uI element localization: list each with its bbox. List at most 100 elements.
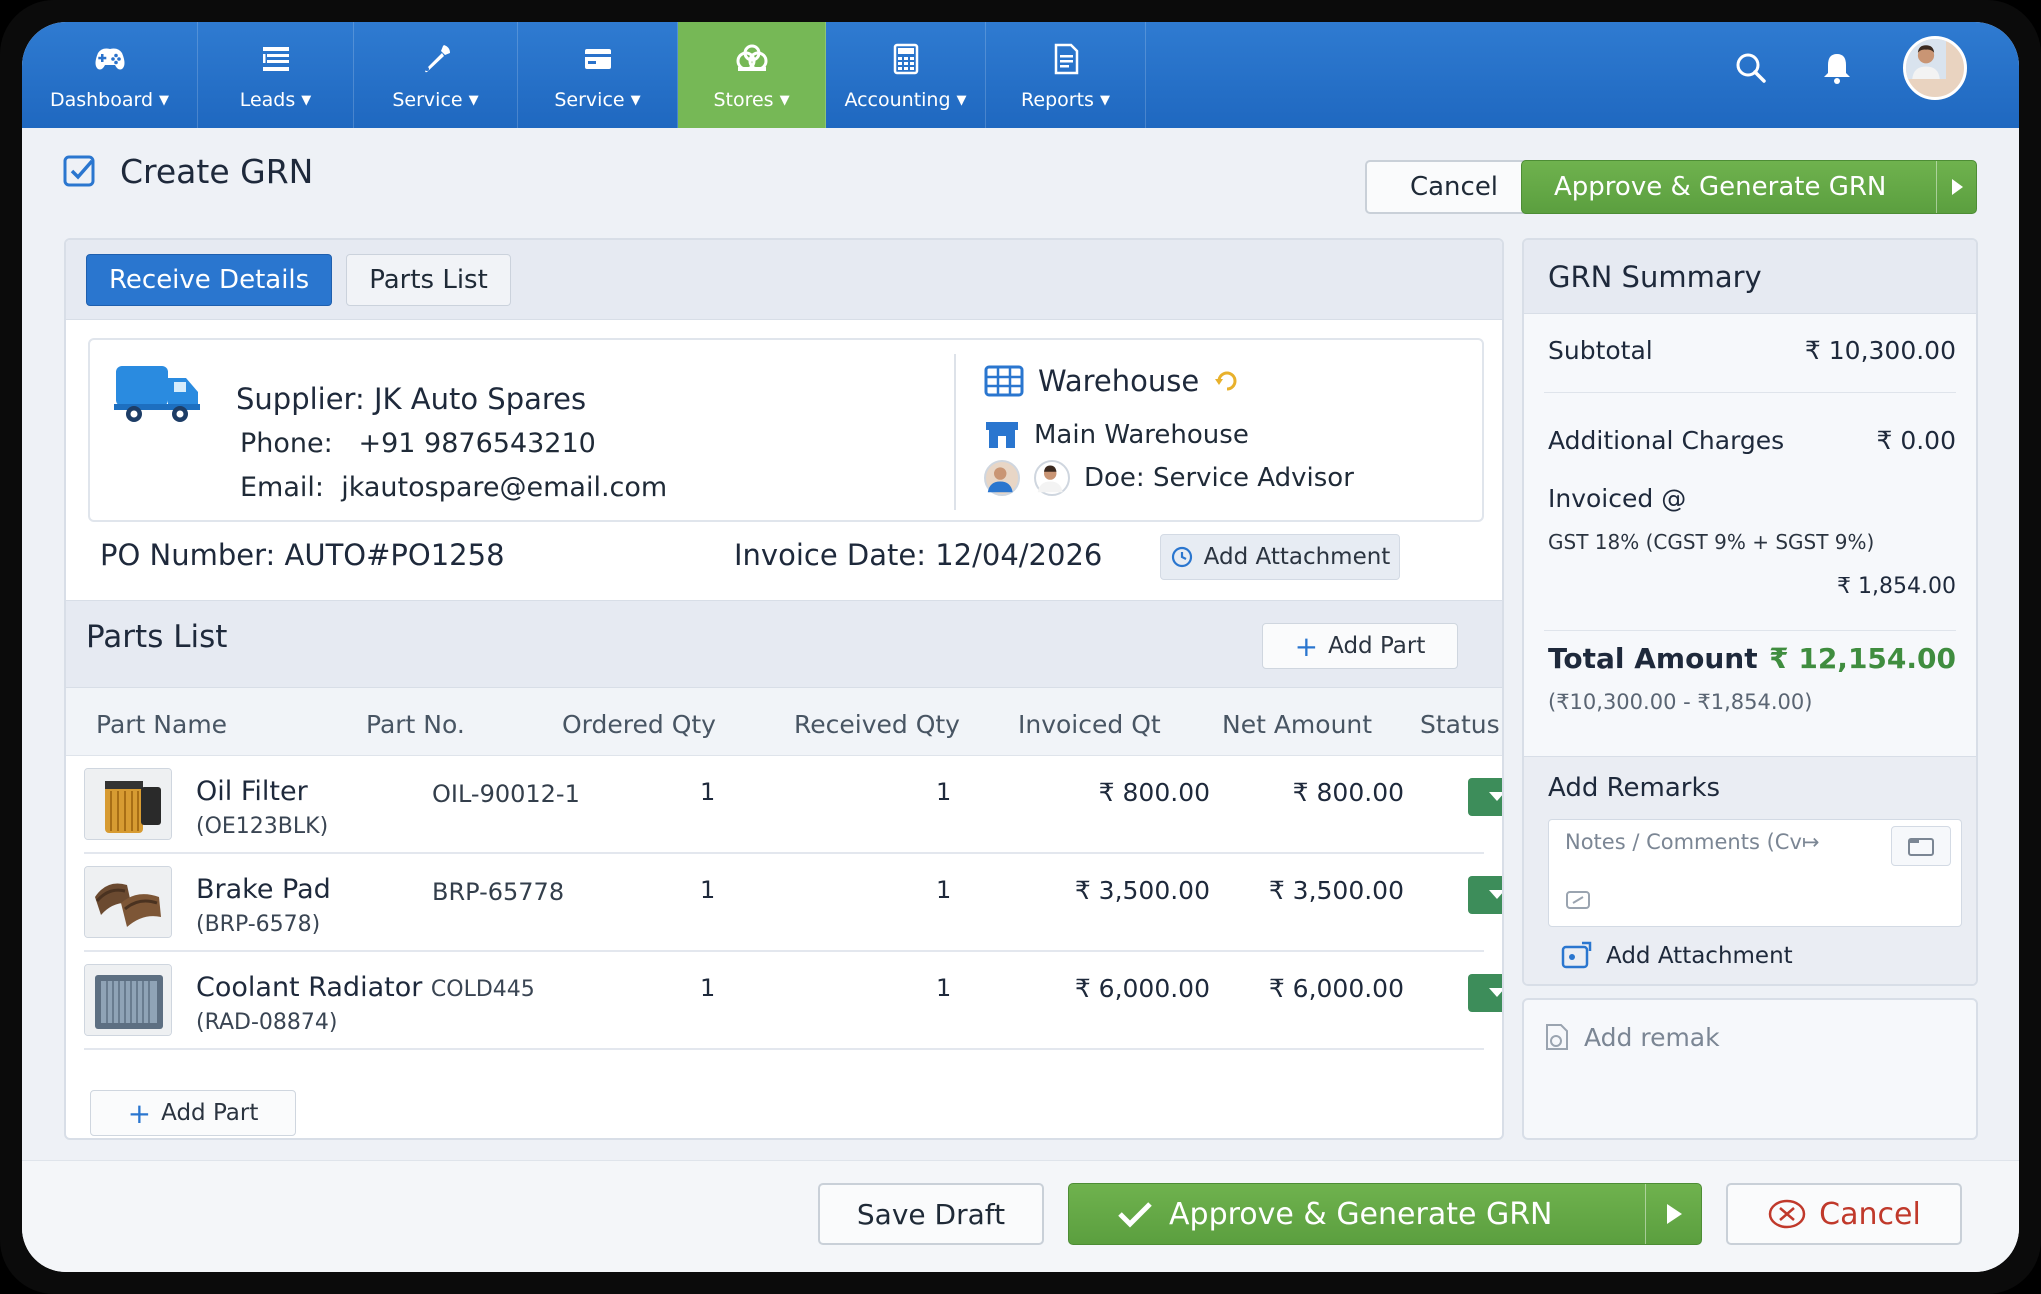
- close-circle-icon: [1768, 1199, 1806, 1229]
- tab-label: Parts List: [369, 264, 488, 295]
- button-label: Cancel: [1819, 1196, 1921, 1232]
- chevron-down-icon: [1489, 792, 1502, 801]
- gst-value-row: ₹ 1,854.00: [1548, 574, 1956, 599]
- part-code: (OE123BLK): [196, 814, 329, 839]
- nav-service-2[interactable]: Service ▼: [518, 22, 678, 128]
- divider: [954, 354, 956, 510]
- part-name: Oil Filter: [196, 776, 308, 807]
- invoiced-amount: ₹ 800.00: [1098, 778, 1210, 807]
- supplier-phone-row: Phone: +91 9876543210: [240, 428, 596, 459]
- subtotal-value: ₹ 10,300.00: [1804, 336, 1956, 365]
- plus-icon: +: [1294, 629, 1319, 663]
- charges-label: Additional Charges: [1548, 426, 1785, 455]
- device-frame: Dashboard ▼ Leads ▼ Service ▼ Service ▼ Stor…: [0, 0, 2041, 1294]
- total-label: Total Amount: [1548, 642, 1758, 675]
- footer-actions: Save Draft Approve & Generate GRN Cancel: [22, 1160, 2019, 1272]
- folder-icon[interactable]: [1891, 826, 1951, 866]
- remarks-add-attachment[interactable]: Add Attachment: [1560, 941, 1793, 971]
- tab-parts-list[interactable]: Parts List: [346, 253, 511, 306]
- play-arrow-icon[interactable]: [1936, 161, 1976, 213]
- save-draft-button[interactable]: Save Draft: [818, 1183, 1044, 1245]
- add-attachment-label: Add Attachment: [1606, 943, 1793, 969]
- column-header: Part No.: [366, 710, 465, 739]
- nav-reports[interactable]: Reports ▼: [986, 22, 1146, 128]
- column-header: Received Qty: [794, 710, 960, 739]
- add-remark-placeholder-row: Add remak: [1542, 1022, 1720, 1052]
- nav-label: Service: [554, 89, 625, 111]
- subtotal-row: Subtotal ₹ 10,300.00: [1548, 336, 1956, 365]
- notes-textarea[interactable]: Notes / Comments (Cv↦: [1548, 819, 1962, 927]
- add-remark-card[interactable]: Add remak: [1522, 998, 1978, 1140]
- expand-icon[interactable]: [1565, 890, 1591, 910]
- nav-label: Leads: [239, 89, 296, 111]
- supplier-info-box: Supplier: JK Auto Spares Phone: +91 9876…: [88, 338, 1484, 522]
- tab-receive-details[interactable]: Receive Details: [86, 253, 333, 306]
- table-row[interactable]: Oil Filter (OE123BLK) OIL-90012-1 1 1 ₹ …: [84, 758, 1484, 854]
- bell-icon[interactable]: [1817, 48, 1857, 88]
- invoiced-amount: ₹ 6,000.00: [1074, 974, 1210, 1003]
- caret-down-icon: ▼: [956, 92, 967, 108]
- nav-stores[interactable]: Stores ▼: [678, 22, 826, 128]
- column-header: Invoiced Qt: [1018, 710, 1161, 739]
- summary-title: GRN Summary: [1524, 240, 1976, 314]
- divider: [1544, 392, 1956, 393]
- nav-label: Dashboard: [49, 89, 154, 111]
- nav-leads[interactable]: Leads ▼: [198, 22, 354, 128]
- brake-pad-image: [84, 866, 172, 938]
- header-cancel-button[interactable]: Cancel: [1365, 160, 1543, 214]
- attachment-icon: [1561, 941, 1592, 969]
- warehouse-row: Main Warehouse: [984, 420, 1249, 450]
- add-part-button-bottom[interactable]: + Add Part: [90, 1090, 296, 1136]
- invoice-date: 12/04/2026: [935, 538, 1103, 572]
- total-value: ₹ 12,154.00: [1769, 642, 1956, 675]
- grn-form-card: Receive Details Parts List Supplier: JK …: [64, 238, 1504, 1140]
- nav-label: Service: [392, 89, 463, 111]
- footer-cancel-button[interactable]: Cancel: [1726, 1183, 1962, 1245]
- caret-down-icon: ▼: [159, 92, 170, 108]
- nav-dashboard[interactable]: Dashboard ▼: [22, 22, 198, 128]
- parts-list-title: Parts List: [86, 619, 228, 655]
- button-label: Add Part: [1328, 633, 1426, 659]
- add-part-button-top[interactable]: + Add Part: [1262, 623, 1458, 669]
- table-row[interactable]: Coolant Radiator COLD445 (RAD-08874) 1 1…: [84, 954, 1484, 1050]
- phone-label: Phone:: [240, 428, 333, 459]
- warehouse-header: Warehouse: [984, 364, 1241, 398]
- po-label: PO Number:: [100, 538, 276, 572]
- search-icon[interactable]: [1731, 48, 1771, 88]
- warehouse-grid-icon: [984, 365, 1024, 397]
- refresh-icon[interactable]: [1213, 367, 1241, 395]
- caret-down-icon: ▼: [1099, 92, 1110, 108]
- add-remark-text: Add remak: [1584, 1022, 1720, 1052]
- net-amount: ₹ 6,000.00: [1268, 974, 1404, 1003]
- supplier-email: jkautospare@email.com: [341, 472, 668, 503]
- header-approve-button[interactable]: Approve & Generate GRN: [1521, 160, 1977, 214]
- caret-down-icon: ▼: [779, 92, 790, 108]
- tabs-bar: Receive Details Parts List: [66, 240, 1502, 320]
- nav-accounting[interactable]: Accounting ▼: [826, 22, 986, 128]
- charges-value: ₹ 0.00: [1876, 426, 1956, 455]
- supplier-name: Supplier: JK Auto Spares: [236, 382, 587, 416]
- po-number-row: PO Number: AUTO#PO1258: [100, 538, 505, 572]
- stores-icon: [736, 44, 767, 71]
- caret-down-icon: ▼: [468, 92, 479, 108]
- status-dropdown-button[interactable]: [1468, 974, 1502, 1012]
- part-number: BRP-65778: [432, 878, 565, 906]
- add-attachment-button[interactable]: Add Attachment: [1160, 534, 1400, 580]
- oil-filter-image: [84, 768, 172, 840]
- page-title: Create GRN: [120, 152, 314, 191]
- table-row[interactable]: Brake Pad (BRP-6578) BRP-65778 1 1 ₹ 3,5…: [84, 856, 1484, 952]
- nav-service[interactable]: Service ▼: [354, 22, 518, 128]
- page-header: Create GRN: [62, 152, 313, 191]
- store-icon: [986, 422, 1018, 448]
- grn-summary-panel: GRN Summary Subtotal ₹ 10,300.00 Addition…: [1522, 238, 1978, 986]
- button-label: Add Part: [161, 1100, 259, 1126]
- notes-placeholder: Notes / Comments (Cv↦: [1565, 830, 1820, 854]
- play-arrow-icon[interactable]: [1645, 1184, 1701, 1244]
- user-avatar[interactable]: [1903, 36, 1967, 100]
- approve-generate-button[interactable]: Approve & Generate GRN: [1068, 1183, 1702, 1245]
- status-dropdown-button[interactable]: [1468, 778, 1502, 816]
- part-name-text: Oil Filter: [196, 776, 308, 807]
- status-dropdown-button[interactable]: [1468, 876, 1502, 914]
- button-label: Approve & Generate GRN: [1169, 1196, 1553, 1232]
- part-code: (BRP-6578): [196, 912, 321, 937]
